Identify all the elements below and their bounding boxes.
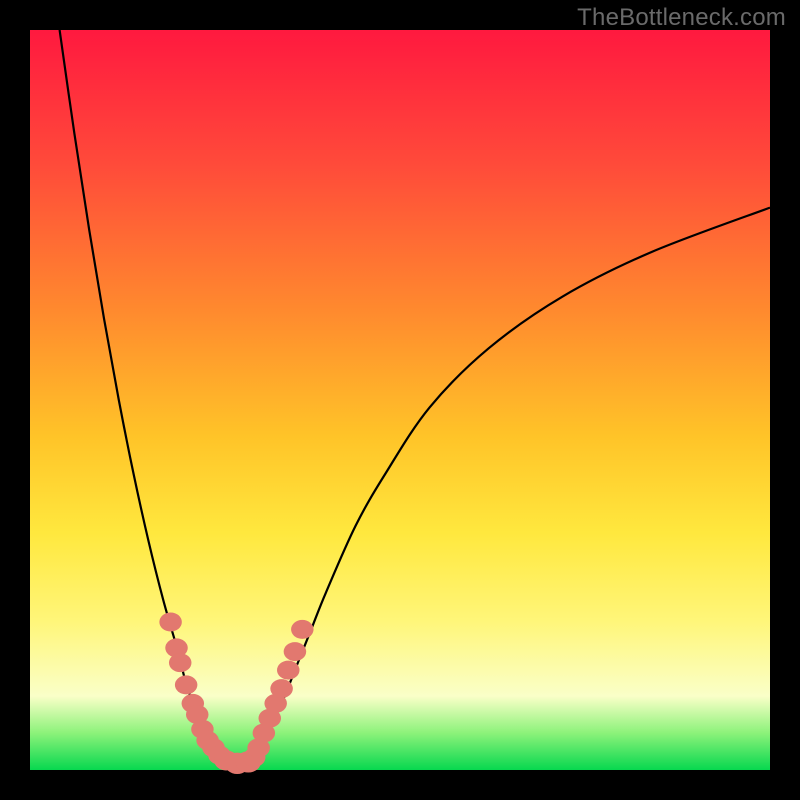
chart-overlay bbox=[30, 30, 770, 770]
data-marker bbox=[291, 620, 314, 639]
data-marker bbox=[175, 675, 198, 694]
data-marker bbox=[270, 679, 293, 698]
data-marker bbox=[277, 661, 300, 680]
chart-curves bbox=[60, 30, 770, 764]
data-marker bbox=[169, 653, 192, 672]
watermark-text: TheBottleneck.com bbox=[577, 4, 786, 32]
chart-frame: TheBottleneck.com bbox=[0, 0, 800, 800]
data-marker bbox=[159, 613, 182, 632]
data-marker bbox=[284, 642, 307, 661]
bottleneck-curve bbox=[60, 30, 770, 764]
chart-markers bbox=[159, 613, 313, 774]
